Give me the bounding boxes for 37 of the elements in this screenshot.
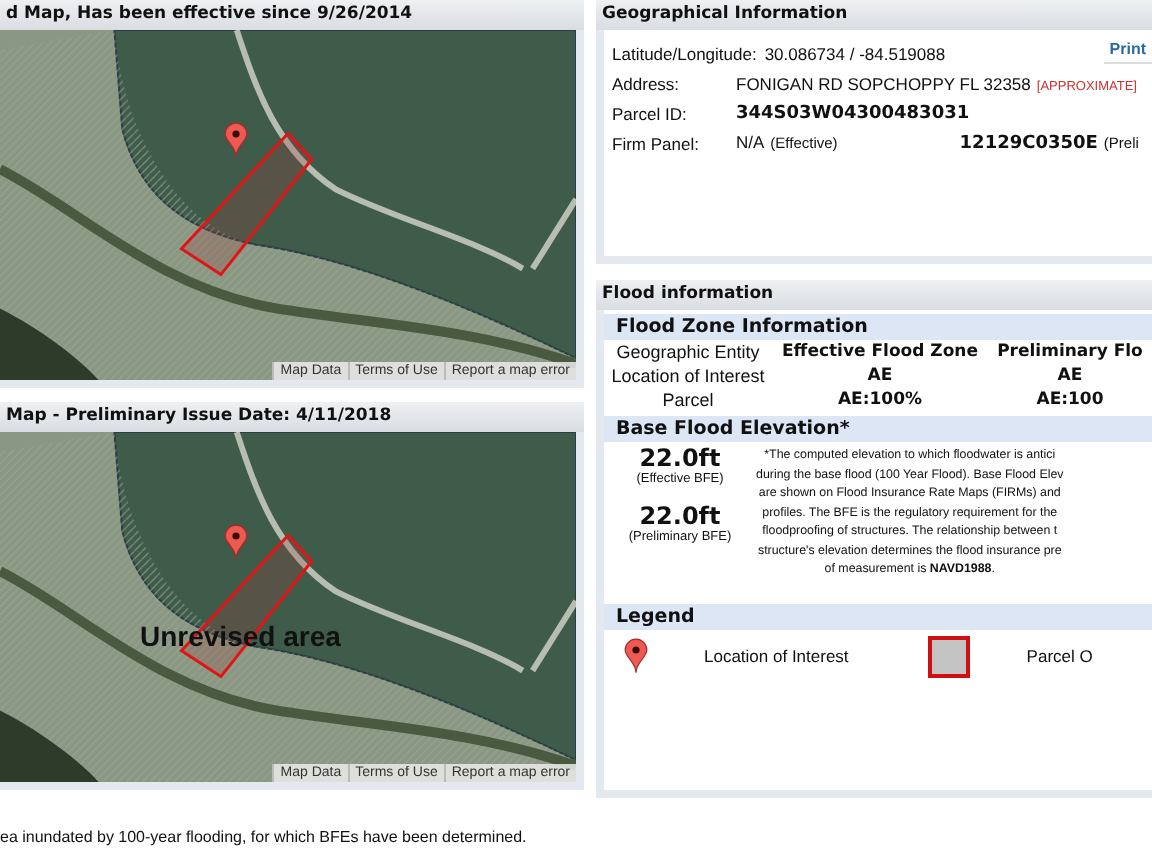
parcel-swatch-icon — [928, 635, 971, 677]
table-cell-text: AE — [1055, 364, 1085, 388]
table-cell-text: Parcel — [660, 388, 716, 412]
field-value: 30.086734 / -84.519088 — [764, 43, 946, 63]
footer-note: ea inundated by 100-year flooding, for which BFEs have been determined. — [0, 828, 529, 846]
field-label: Latitude/Longitude: — [612, 43, 757, 63]
section-heading: Flood Zone Information — [604, 314, 1152, 340]
pin-icon — [224, 522, 248, 562]
panel-title: Map - Preliminary Issue Date: 4/11/2018 — [0, 402, 584, 432]
column-header: Preliminary Flo — [995, 340, 1145, 364]
field-label: Address: — [612, 73, 682, 93]
table-cell-text: AE:100 — [1034, 388, 1106, 412]
table-cell-text: AE:100% — [835, 388, 925, 412]
panel-title: Geographical Information — [596, 0, 1152, 30]
satellite-map-drawing[interactable] — [0, 30, 576, 380]
legend-label: Parcel O — [1026, 646, 1093, 666]
satellite-map-drawing[interactable] — [0, 432, 576, 782]
table-cell-text: Location of Interest — [609, 364, 767, 388]
table-cell-text: Geographic Entity — [614, 340, 762, 364]
field-value: 12129C0350E — [957, 134, 1098, 154]
legend-label: Location of Interest — [704, 646, 849, 666]
column-header: Effective Flood Zone — [780, 340, 980, 364]
elevation-value: 22.0ft — [639, 502, 721, 530]
pin-icon — [224, 120, 248, 160]
field-value: N/A — [736, 132, 765, 152]
field-value: 344S03W04300483031 — [736, 103, 970, 123]
section-heading: Legend — [604, 603, 1152, 629]
panel-title: d Map, Has been effective since 9/26/2014 — [0, 0, 584, 30]
field-label: Firm Panel: — [612, 133, 701, 153]
field-value: FONIGAN RD SOPCHOPPY FL 32358 — [736, 73, 1031, 93]
section-heading: Base Flood Elevation* — [604, 416, 1152, 442]
panel-title: Flood information — [596, 280, 1152, 310]
table-cell-text: AE — [865, 364, 895, 388]
elevation-value: 22.0ft — [639, 444, 721, 472]
field-label: Parcel ID: — [612, 103, 689, 123]
print-button[interactable]: Print — [1103, 36, 1152, 64]
pin-icon — [624, 636, 648, 676]
